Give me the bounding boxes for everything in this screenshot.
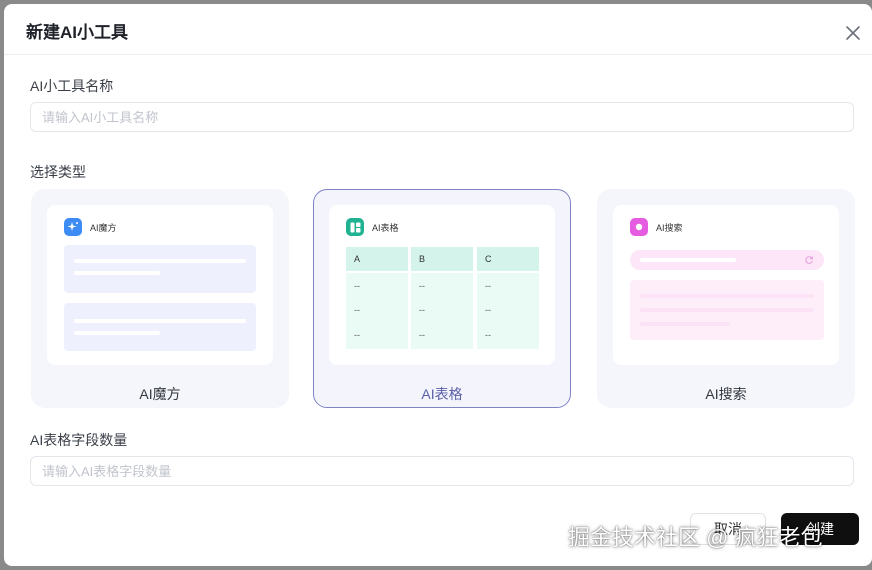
tool-name-label: AI小工具名称 [30,78,114,94]
search-preview: AI搜索 [613,205,839,365]
dialog-header: 新建AI小工具 [4,4,872,55]
card-label: AI魔方 [139,386,181,402]
column-header: C [477,247,539,271]
preview-block [64,245,256,293]
magic-preview: AI魔方 [47,205,273,365]
column-header: B [411,247,473,271]
preview-result-box [630,280,824,340]
card-label: AI搜索 [705,386,747,402]
search-icon [630,218,648,236]
column-header: A [346,247,408,271]
watermark: 掘金技术社区 @ 疯狂老包 [568,525,823,550]
type-card-ai-table[interactable]: AI表格 A -- -- -- B -- -- -- C -- -- -- AI… [313,189,571,408]
preview-title: AI表格 [372,222,399,233]
field-count-label: AI表格字段数量 [30,432,128,448]
preview-title: AI搜索 [656,222,683,233]
sparkle-icon [64,218,82,236]
preview-search-bar [630,250,824,270]
preview-block [64,303,256,351]
create-ai-tool-dialog: 新建AI小工具 AI小工具名称 选择类型 AI魔方 [4,4,872,566]
table-column: B -- -- -- [411,247,473,349]
refresh-icon [805,256,814,264]
table-column: A -- -- -- [346,247,408,349]
type-card-ai-magic[interactable]: AI魔方 AI魔方 [31,189,289,408]
close-icon[interactable] [842,22,864,44]
table-icon [346,218,364,236]
card-label: AI表格 [421,386,463,402]
table-column: C -- -- -- [477,247,539,349]
dialog-title: 新建AI小工具 [26,23,128,42]
field-count-input[interactable] [30,456,854,486]
type-label: 选择类型 [30,164,86,180]
tool-name-input[interactable] [30,102,854,132]
type-card-ai-search[interactable]: AI搜索 AI搜索 [597,189,855,408]
table-preview: AI表格 A -- -- -- B -- -- -- C -- -- -- [329,205,555,365]
preview-title: AI魔方 [90,222,117,233]
